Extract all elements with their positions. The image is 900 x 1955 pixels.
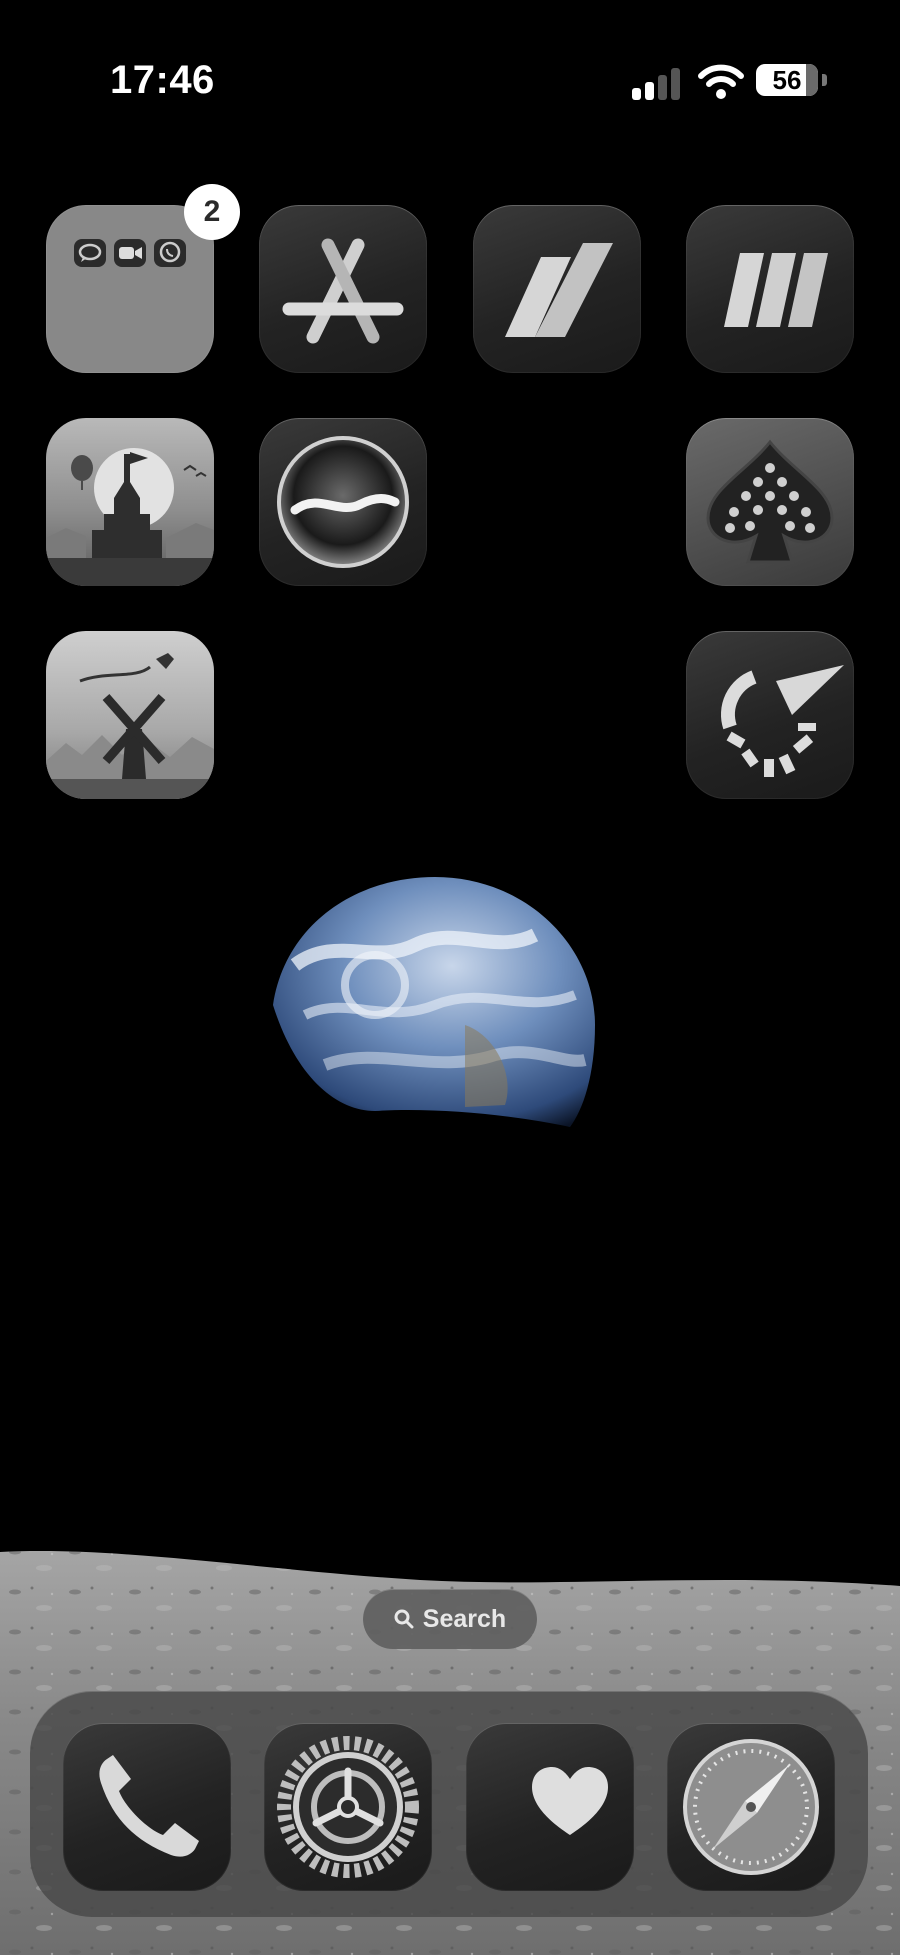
dock [30, 1691, 868, 1917]
search-button[interactable]: Search [363, 1589, 537, 1649]
double-slash-icon[interactable] [473, 205, 641, 373]
search-icon [394, 1609, 414, 1629]
status-time: 17:46 [110, 58, 215, 102]
windmill-icon[interactable] [46, 631, 214, 799]
messages-icon [74, 239, 106, 267]
earth-image [273, 877, 595, 1127]
wifi-icon [698, 64, 744, 99]
compass-icon[interactable] [667, 1723, 835, 1891]
app-store-icon[interactable] [259, 205, 427, 373]
search-label: Search [422, 1604, 507, 1633]
battery-icon: 56 [756, 64, 818, 96]
castle-icon[interactable] [46, 418, 214, 586]
gauge-icon[interactable] [686, 631, 854, 799]
battery-percent: 56 [772, 65, 802, 95]
viber-icon [154, 239, 186, 267]
orb-icon[interactable] [259, 418, 427, 586]
notification-badge: 2 [184, 184, 240, 240]
gear-icon[interactable] [264, 1723, 432, 1891]
heart-icon[interactable] [466, 1723, 634, 1891]
spade-icon[interactable] [686, 418, 854, 586]
facetime-icon [114, 239, 146, 267]
phone-icon[interactable] [63, 1723, 231, 1891]
folder-icon[interactable] [46, 205, 214, 373]
cellular-signal-icon [632, 66, 684, 100]
status-indicators: 56 [632, 62, 832, 102]
triple-slash-icon[interactable] [686, 205, 854, 373]
